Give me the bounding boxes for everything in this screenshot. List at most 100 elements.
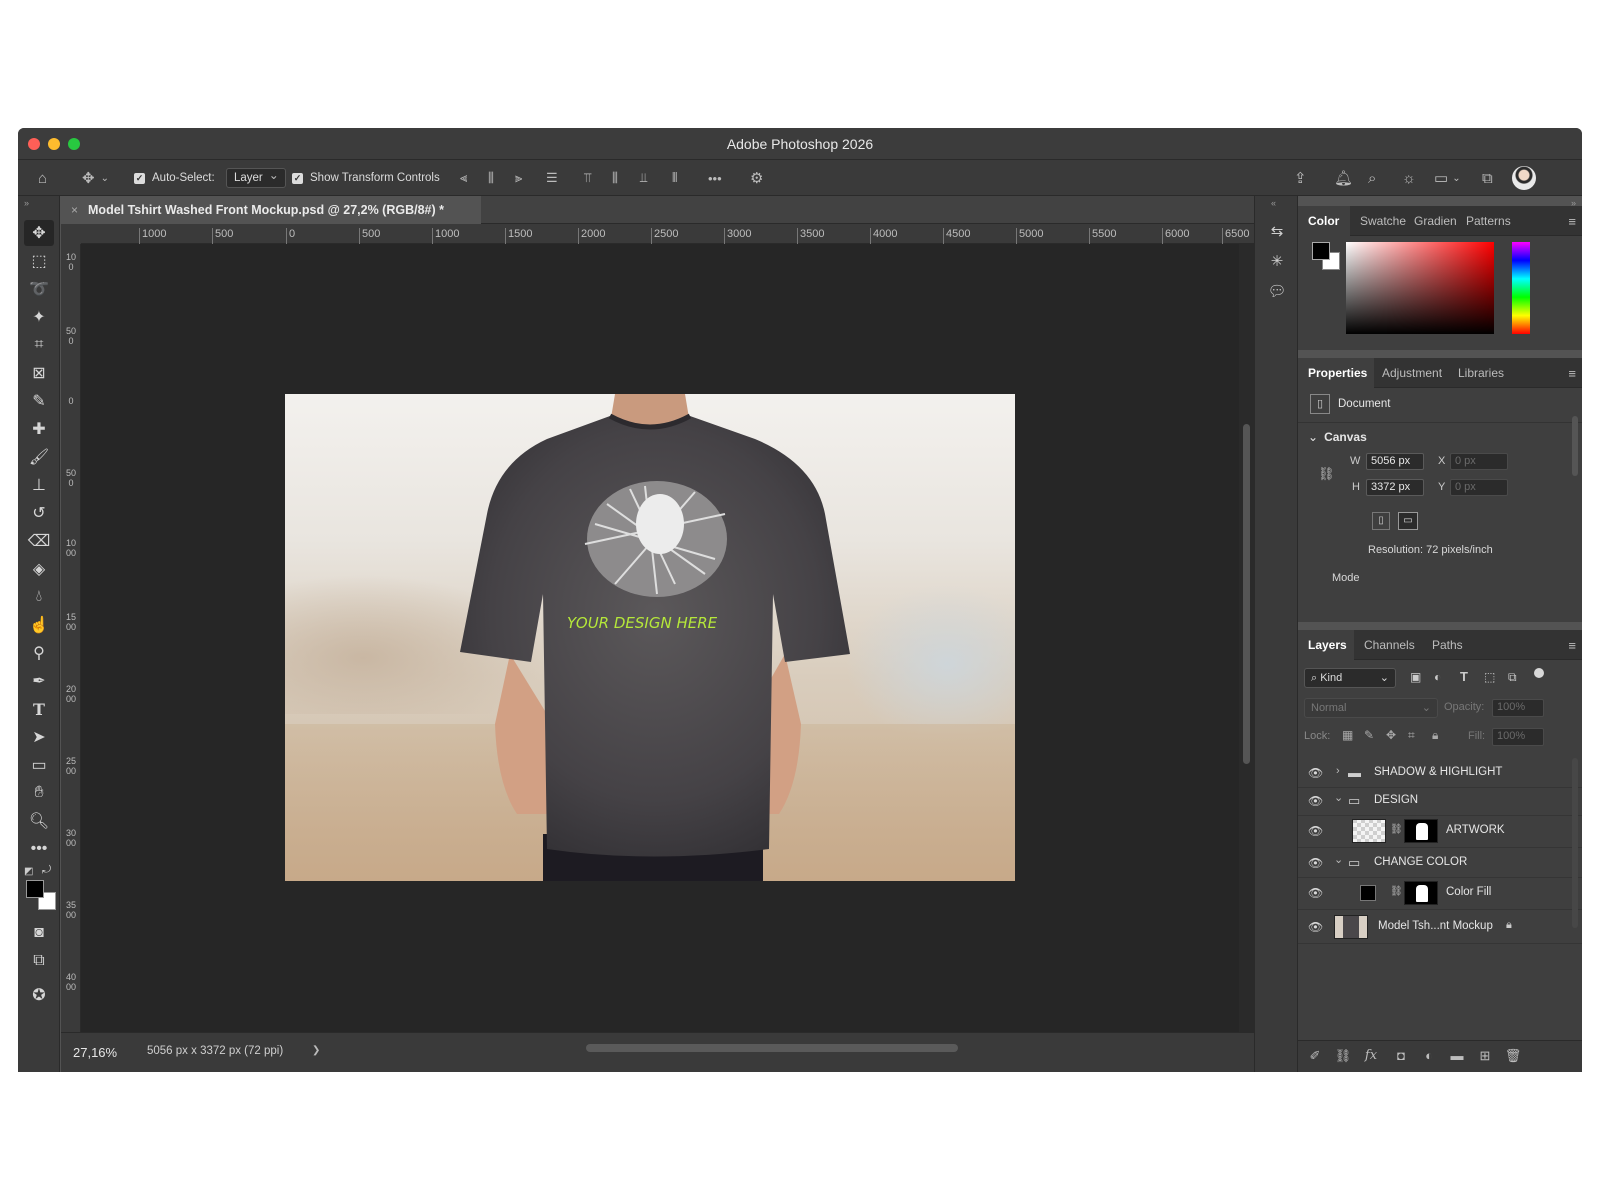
home-icon[interactable]: ⌂ [38,160,47,196]
distribute-vertical-icon[interactable]: ⫴ [672,160,677,196]
comments-panel-icon[interactable]: 💬︎ [1265,280,1289,304]
vertical-scroll-thumb[interactable] [1243,424,1250,764]
visibility-eye-icon[interactable]: 👁︎ [1308,886,1323,900]
foreground-color-swatch[interactable] [26,880,44,898]
align-center-h-icon[interactable]: ⫼ [488,160,494,196]
layer-row[interactable]: 👁︎ ⛓ Color Fill [1298,876,1582,910]
crop-tool-icon[interactable]: ⌗ [24,332,54,358]
brush-quick-icon[interactable]: ✐ [1306,1048,1324,1064]
visibility-eye-icon[interactable]: 👁︎ [1308,856,1323,870]
chevron-down-icon[interactable]: ⌄ [1334,853,1343,866]
dodge-tool-icon[interactable]: ⚲ [24,640,54,666]
filter-smart-object-icon[interactable]: ⧉ [1508,670,1517,685]
adjustment-layer-icon[interactable]: ◐ [1420,1048,1438,1063]
layer-filter-dropdown[interactable]: ⌕ Kind ⌄ [1304,668,1396,688]
swap-colors-icon[interactable]: ⤾ [42,864,51,877]
type-tool-icon[interactable]: T [24,696,54,722]
tab-paths[interactable]: Paths [1422,630,1478,660]
cloud-docs-icon[interactable]: ⧉ [1482,160,1493,196]
properties-scroll-thumb[interactable] [1572,416,1578,476]
color-fill-swatch[interactable] [1360,885,1376,901]
zoom-tool-icon[interactable]: 🔍︎ [24,808,54,834]
quick-mask-icon[interactable]: ◙ [24,920,54,946]
panel-menu-icon[interactable]: ≡ [1568,366,1576,381]
edit-toolbar-icon[interactable]: ••• [24,836,54,862]
smudge-tool-icon[interactable]: ☝ [24,612,54,638]
width-field[interactable]: 5056 px [1366,453,1424,470]
link-layers-icon[interactable]: ⛓ [1334,1048,1352,1064]
filter-shape-icon[interactable]: ⬚ [1484,670,1495,684]
opacity-field[interactable]: 100% [1492,699,1544,717]
mockup-photo[interactable]: YOUR DESIGN HERE [285,394,1015,881]
visibility-eye-icon[interactable]: 👁︎ [1308,794,1323,808]
eraser-tool-icon[interactable]: ⌫ [24,528,54,554]
add-mask-icon[interactable]: ◘ [1392,1048,1410,1063]
zoom-level[interactable]: 27,16% [73,1045,117,1060]
trash-icon[interactable]: 🗑︎ [1504,1048,1522,1064]
layer-row[interactable]: 👁︎ ⌄ ▭ DESIGN [1298,786,1582,816]
generative-fill-icon[interactable]: ✪ [24,982,54,1008]
lock-artboard-icon[interactable]: ⌗ [1408,728,1415,743]
collapse-panels-icon[interactable]: « [1271,198,1276,208]
canvas-section-toggle[interactable]: ⌄ Canvas [1308,430,1367,444]
panel-menu-icon[interactable]: ≡ [1568,214,1576,229]
tab-patterns[interactable]: Patterns [1456,206,1526,236]
visibility-eye-icon[interactable]: 👁︎ [1308,920,1323,934]
more-options-button[interactable]: ••• [708,160,722,196]
filter-type-icon[interactable]: T [1460,669,1468,684]
layer-row[interactable]: 👁︎ ⛓ ARTWORK [1298,814,1582,848]
collapse-toolbar-icon[interactable]: » [24,198,29,208]
clone-stamp-tool-icon[interactable]: ⊥ [24,472,54,498]
lasso-tool-icon[interactable]: ➰ [24,276,54,302]
portrait-orientation-icon[interactable]: ▯ [1372,512,1390,530]
y-field[interactable]: 0 px [1450,479,1508,496]
layer-row[interactable]: 👁︎ Model Tsh...nt Mockup 🔒︎ [1298,910,1582,944]
auto-select-checkbox[interactable]: ✓ Auto-Select: [134,160,215,196]
tab-libraries[interactable]: Libraries [1448,358,1524,388]
vertical-scrollbar[interactable] [1239,244,1254,1032]
document-tab[interactable]: × Model Tshirt Washed Front Mockup.psd @… [61,196,481,224]
color-picker-field[interactable] [1346,242,1494,334]
path-selection-tool-icon[interactable]: ➤ [24,724,54,750]
tab-layers[interactable]: Layers [1298,630,1354,660]
hue-slider[interactable] [1512,242,1530,334]
eyedropper-tool-icon[interactable]: ✎ [24,388,54,414]
adjustments-panel-icon[interactable]: ✳ [1265,250,1289,274]
fx-icon[interactable]: fx [1362,1048,1380,1063]
lock-transparent-icon[interactable]: ▦ [1342,728,1353,742]
x-field[interactable]: 0 px [1450,453,1508,470]
lock-pixels-icon[interactable]: ✎ [1364,728,1374,742]
magic-wand-tool-icon[interactable]: ✦ [24,304,54,330]
tab-swatches[interactable]: Swatche [1350,206,1412,236]
link-dimensions-icon[interactable]: ⛓ [1318,466,1335,482]
status-menu-arrow-icon[interactable]: ❯ [312,1045,320,1056]
bell-icon[interactable]: 🔔︎ [1334,160,1353,196]
chevron-down-icon[interactable]: ⌄ [1334,791,1343,804]
align-left-icon[interactable]: ⫷ [460,160,467,196]
default-colors-icon[interactable]: ◩ [24,866,33,877]
new-group-icon[interactable]: ▬ [1448,1048,1466,1063]
history-brush-tool-icon[interactable]: ↺ [24,500,54,526]
filter-pixel-icon[interactable]: ▣ [1410,670,1421,684]
link-icon[interactable]: ⛓ [1390,886,1403,897]
link-icon[interactable]: ⛓ [1390,824,1403,835]
filter-toggle-icon[interactable] [1534,668,1544,678]
tab-channels[interactable]: Channels [1354,630,1426,660]
auto-select-dropdown[interactable]: Layer [226,160,286,196]
panel-menu-icon[interactable]: ≡ [1568,638,1576,653]
tab-gradients[interactable]: Gradien [1404,206,1462,236]
horizontal-scroll-thumb[interactable] [586,1044,958,1052]
hand-tool-icon[interactable]: ✋︎ [24,780,54,806]
tab-adjustments[interactable]: Adjustment [1372,358,1452,388]
align-middle-v-icon[interactable]: ⫼ [612,160,618,196]
new-layer-icon[interactable]: ⊞ [1476,1048,1494,1064]
history-panel-icon[interactable]: ⇆ [1265,220,1289,244]
visibility-eye-icon[interactable]: 👁︎ [1308,824,1323,838]
canvas-area[interactable]: YOUR DESIGN HERE [81,244,1239,1032]
height-field[interactable]: 3372 px [1366,479,1424,496]
visibility-eye-icon[interactable]: 👁︎ [1308,766,1323,780]
share-icon[interactable]: ⇪ [1294,160,1307,196]
show-transform-checkbox[interactable]: ✓ Show Transform Controls [292,160,440,196]
move-tool-preset-icon[interactable]: ✥ ⌄ [82,160,109,196]
frame-tool-icon[interactable]: ⊠ [24,360,54,386]
